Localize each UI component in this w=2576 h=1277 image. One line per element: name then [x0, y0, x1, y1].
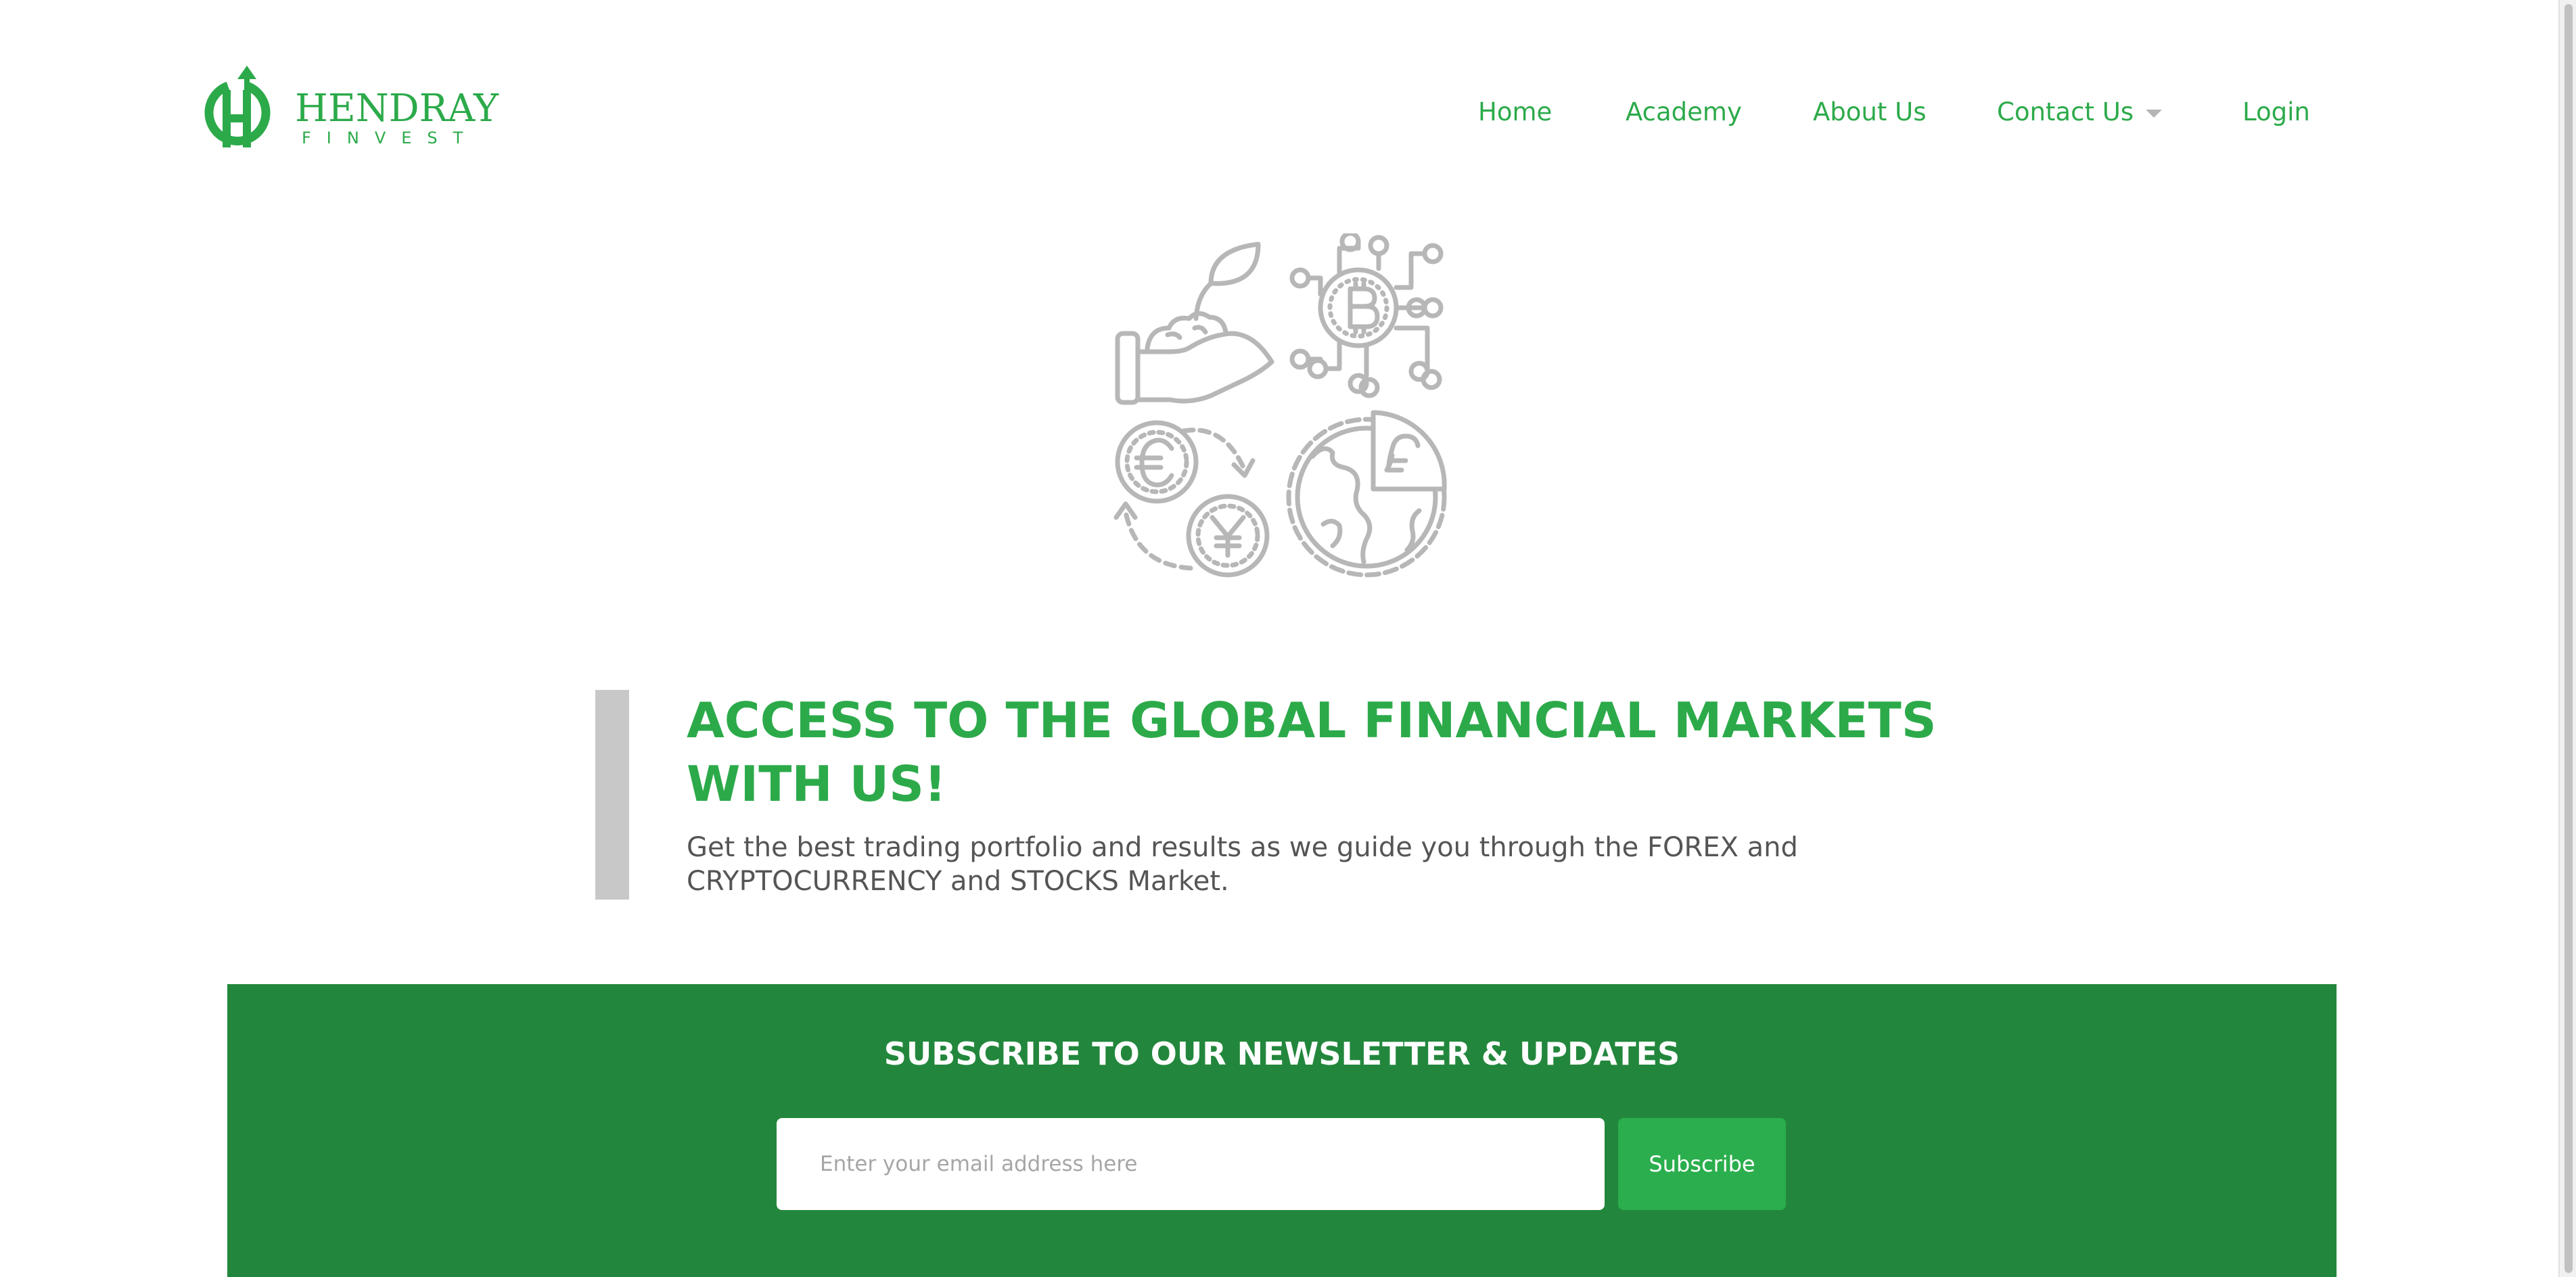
newsletter-title: SUBSCRIBE TO OUR NEWSLETTER & UPDATES — [883, 1036, 1680, 1072]
currency-exchange-icon — [1113, 420, 1270, 578]
hero-illustration — [1113, 233, 1447, 578]
scrollbar-thumb[interactable] — [2564, 4, 2573, 1273]
brand-logo[interactable]: HENDRAY FINVEST — [198, 64, 499, 156]
email-input[interactable] — [777, 1118, 1605, 1210]
hero-headline: ACCESS TO THE GLOBAL FINANCIAL MARKETS W… — [687, 692, 1937, 812]
globe-pie-chart-icon — [1286, 410, 1447, 578]
logo-mark-icon — [204, 66, 271, 147]
chevron-down-icon — [2146, 109, 2163, 118]
nav-home[interactable]: Home — [1478, 95, 1552, 130]
nav-contact-us[interactable]: Contact Us — [1997, 95, 2163, 130]
nav-login[interactable]: Login — [2242, 95, 2310, 130]
brand-name: HENDRAY — [295, 87, 499, 131]
page-scrollbar[interactable] — [2558, 0, 2576, 1277]
subscribe-button[interactable]: Subscribe — [1618, 1118, 1786, 1210]
nav-contact-us-label: Contact Us — [1997, 97, 2134, 126]
bitcoin-circuit-icon — [1289, 233, 1444, 398]
newsletter-section: SUBSCRIBE TO OUR NEWSLETTER & UPDATES Su… — [227, 984, 2337, 1277]
nav-academy[interactable]: Academy — [1626, 95, 1742, 130]
headline-accent-bar — [595, 690, 629, 900]
brand-subtitle: FINVEST — [302, 129, 479, 147]
nav-about-us[interactable]: About Us — [1813, 95, 1927, 130]
hero-subtext: Get the best trading portfolio and resul… — [687, 832, 1798, 897]
plant-in-hand-icon — [1115, 241, 1274, 405]
